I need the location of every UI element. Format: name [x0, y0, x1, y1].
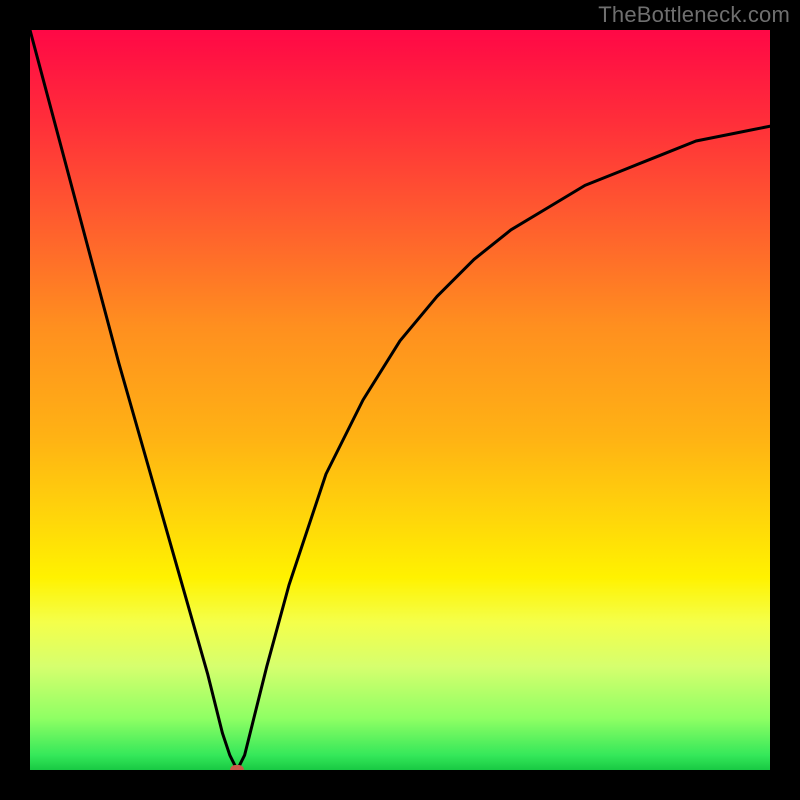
chart-frame: TheBottleneck.com: [0, 0, 800, 800]
watermark-text: TheBottleneck.com: [598, 2, 790, 28]
plot-area: [30, 30, 770, 770]
min-marker: [230, 765, 244, 770]
curve-svg: [30, 30, 770, 770]
bottleneck-curve: [30, 30, 770, 770]
